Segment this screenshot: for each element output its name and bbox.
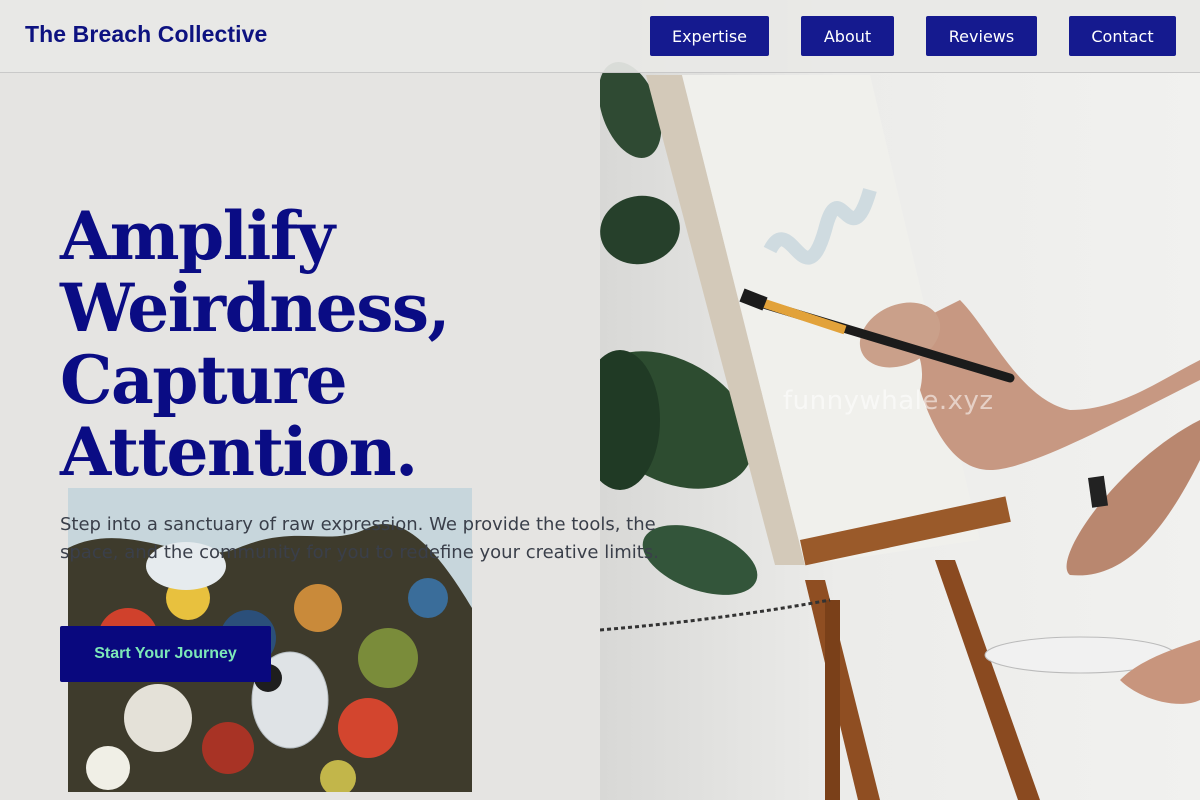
headline-line: Amplify bbox=[60, 197, 335, 275]
headline-line: Weirdness, bbox=[60, 269, 451, 347]
hero-subtext: Step into a sanctuary of raw expression.… bbox=[60, 514, 659, 563]
nav-button-contact[interactable]: Contact bbox=[1069, 16, 1176, 56]
watermark-text: funnywhale.xyz bbox=[783, 386, 994, 416]
nav-button-about[interactable]: About bbox=[801, 16, 894, 56]
headline-line: Attention. bbox=[60, 413, 418, 491]
hero-headline: Amplify Weirdness, Capture Attention. bbox=[60, 200, 620, 488]
nav-button-expertise[interactable]: Expertise bbox=[650, 16, 769, 56]
start-journey-button[interactable]: Start Your Journey bbox=[60, 626, 271, 682]
headline-line: Capture bbox=[60, 341, 348, 419]
brand-logo-text[interactable]: The Breach Collective bbox=[25, 21, 267, 48]
site-header: The Breach Collective Expertise About Re… bbox=[0, 0, 1200, 73]
nav-button-reviews[interactable]: Reviews bbox=[926, 16, 1037, 56]
